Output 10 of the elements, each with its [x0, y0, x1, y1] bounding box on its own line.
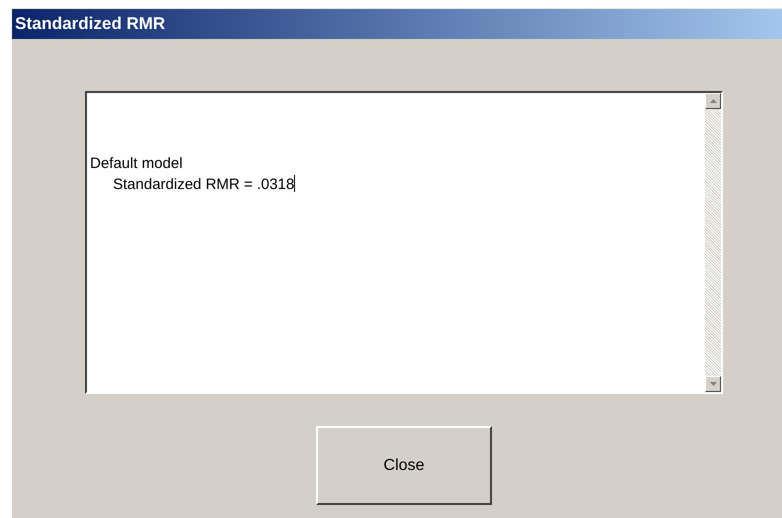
scroll-up-button[interactable] [705, 93, 721, 109]
down-arrow-icon [710, 382, 716, 386]
output-line: Default model [90, 155, 183, 172]
close-dialog-button[interactable]: Close [316, 426, 492, 505]
output-line: Standardized RMR = .0318 [113, 176, 294, 193]
scroll-down-button[interactable] [705, 376, 721, 392]
output-box[interactable]: Default model Standardized RMR = .0318 [85, 91, 723, 394]
scrollbar[interactable] [705, 93, 721, 392]
window-title: Standardized RMR [14, 13, 166, 36]
up-arrow-icon [710, 99, 716, 103]
